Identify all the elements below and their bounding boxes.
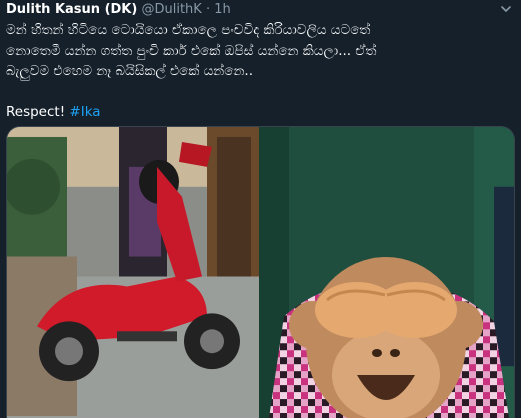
chevron-down-icon[interactable]: [500, 3, 512, 15]
scooter-photo[interactable]: [7, 127, 259, 418]
tweet-text-line: Respect! #Ika: [6, 102, 511, 123]
tweet-text: මන් හිතන් හිටියෙ ටොයියො ඒකාලෙ පංචවිද කිර…: [6, 20, 511, 122]
tweet-header: Dulith Kasun (DK) @DulithK · 1h: [6, 2, 231, 18]
separator-dot: ·: [205, 2, 211, 17]
tweet-text-line: නොතෙමී යන්න ගත්ත පුංචි කාර් එකේ ඔපිස් යන…: [6, 42, 377, 59]
respect-text: Respect!: [6, 103, 66, 120]
tweet[interactable]: Dulith Kasun (DK) @DulithK · 1h මන් හිතන…: [0, 0, 521, 418]
hashtag-link[interactable]: #Ika: [69, 104, 100, 120]
tweet-timestamp[interactable]: 1h: [214, 2, 231, 17]
tweet-media[interactable]: [6, 126, 515, 418]
tweet-text-line: මන් හිතන් හිටියෙ ටොයියො ඒකාලෙ පංචවිද කිර…: [6, 22, 371, 38]
author-handle[interactable]: @DulithK: [141, 2, 201, 17]
author-name[interactable]: Dulith Kasun (DK): [6, 2, 137, 17]
see-no-evil-monkey-icon: [289, 257, 483, 418]
tweet-text-line: බැලුවම එහෙම නෑ බයිසිකල් එකේ යන්නෙ..: [6, 63, 254, 79]
